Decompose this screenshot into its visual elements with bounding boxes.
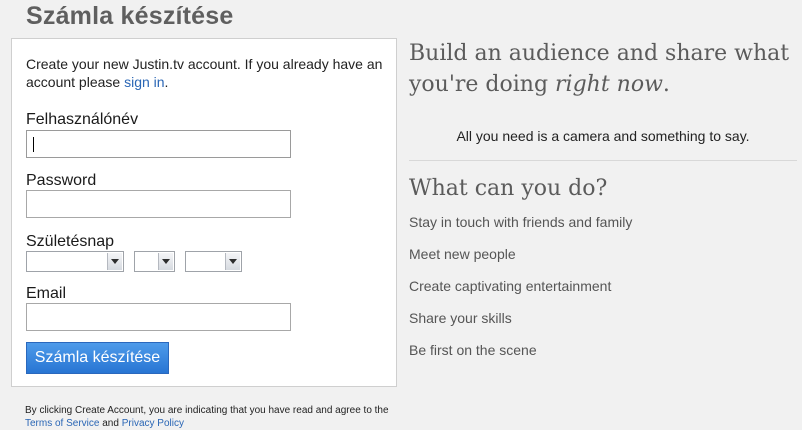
birthday-label: Születésnap [26, 233, 115, 250]
intro-message: Create your new Justin.tv account. If yo… [26, 56, 383, 90]
username-input[interactable] [26, 130, 291, 158]
username-label: Felhasználónév [26, 111, 139, 128]
privacy-link[interactable]: Privacy Policy [122, 418, 184, 429]
list-item: Create captivating entertainment [409, 278, 612, 294]
chevron-down-icon[interactable] [225, 253, 240, 270]
chevron-down-icon[interactable] [107, 253, 122, 270]
text-cursor [33, 137, 34, 152]
intro-period: . [164, 74, 169, 90]
list-item: Meet new people [409, 246, 516, 262]
legal-and: and [99, 418, 122, 429]
intro-text: Create your new Justin.tv account. If yo… [26, 55, 386, 91]
list-item: Stay in touch with friends and family [409, 214, 633, 230]
headline-period: . [662, 72, 670, 97]
password-label: Password [26, 172, 97, 189]
email-input[interactable] [26, 303, 291, 331]
page-title: Számla készítése [26, 2, 234, 30]
terms-link[interactable]: Terms of Service [25, 418, 99, 429]
birthday-day-select[interactable] [134, 251, 175, 272]
legal-text: By clicking Create Account, you are indi… [25, 405, 389, 416]
email-label: Email [26, 285, 67, 302]
list-item: Be first on the scene [409, 342, 537, 358]
create-account-button[interactable]: Számla készítése [26, 342, 169, 374]
birthday-month-select[interactable] [26, 251, 124, 272]
signup-form: Create your new Justin.tv account. If yo… [11, 38, 397, 387]
divider [409, 160, 797, 161]
legal-notice: By clicking Create Account, you are indi… [25, 404, 395, 430]
promo-tagline: All you need is a camera and something t… [456, 128, 750, 144]
sign-in-link[interactable]: sign in [124, 74, 164, 90]
feature-list: Stay in touch with friends and family Me… [409, 214, 632, 374]
promo-panel: Build an audience and share what you're … [409, 38, 799, 358]
headline-emphasis: right now [555, 72, 663, 97]
list-item: Share your skills [409, 310, 512, 326]
promo-headline: Build an audience and share what you're … [409, 38, 799, 100]
chevron-down-icon[interactable] [158, 253, 173, 270]
features-title: What can you do? [409, 176, 608, 201]
password-input[interactable] [26, 190, 291, 218]
birthday-year-select[interactable] [185, 251, 242, 272]
